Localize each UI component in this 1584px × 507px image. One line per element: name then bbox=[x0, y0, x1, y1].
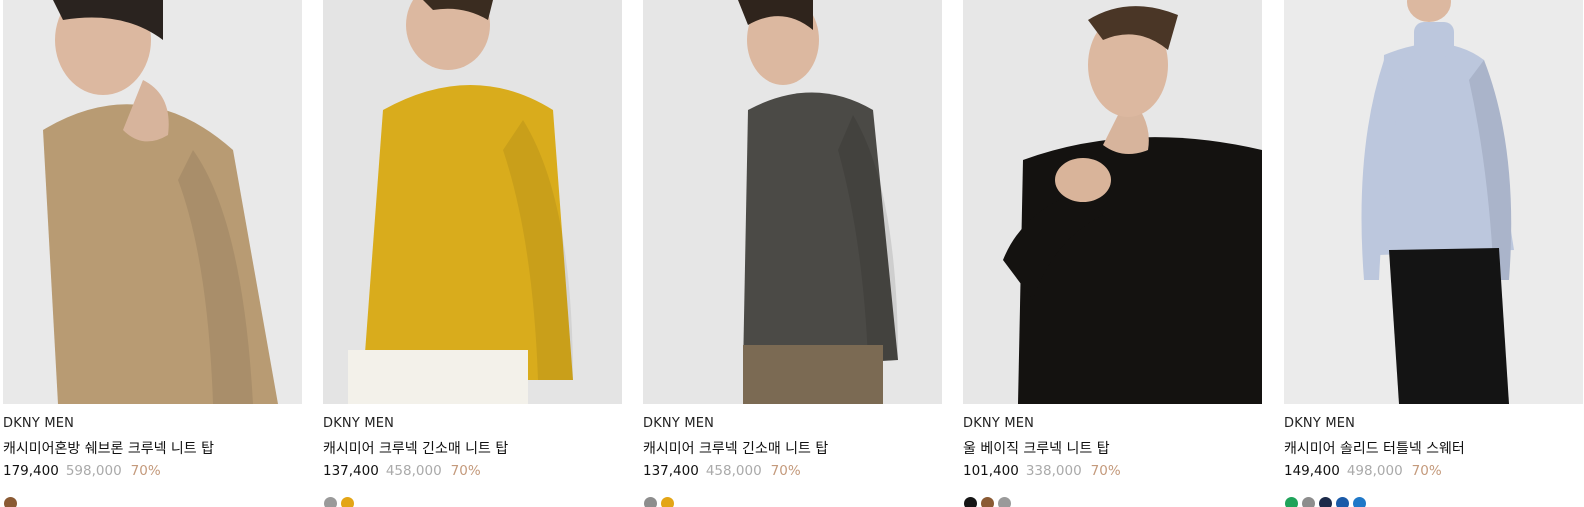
product-image[interactable] bbox=[1284, 0, 1583, 404]
original-price: 458,000 bbox=[385, 463, 442, 479]
discount-rate: 70% bbox=[450, 463, 481, 479]
original-price: 598,000 bbox=[65, 463, 122, 479]
product-name[interactable]: 울 베이직 크루넥 니트 탑 bbox=[963, 438, 1110, 458]
product-brand: DKNY MEN bbox=[3, 416, 75, 431]
color-swatches bbox=[644, 497, 674, 507]
color-swatch[interactable] bbox=[981, 497, 994, 507]
color-swatch[interactable] bbox=[661, 497, 674, 507]
sale-price: 149,400 bbox=[1284, 463, 1340, 479]
product-image[interactable] bbox=[643, 0, 942, 404]
color-swatch[interactable] bbox=[1336, 497, 1349, 507]
color-swatch[interactable] bbox=[1285, 497, 1298, 507]
color-swatch[interactable] bbox=[1353, 497, 1366, 507]
color-swatches bbox=[324, 497, 354, 507]
product-name[interactable]: 캐시미어 크루넥 긴소매 니트 탑 bbox=[643, 438, 828, 458]
sale-price: 137,400 bbox=[643, 463, 699, 479]
color-swatch[interactable] bbox=[324, 497, 337, 507]
product-grid: DKNY MEN 캐시미어혼방 쉐브론 크루넥 니트 탑 179,400 598,… bbox=[0, 0, 1584, 507]
product-prices: 149,400 498,000 70% bbox=[1284, 463, 1442, 479]
color-swatch[interactable] bbox=[341, 497, 354, 507]
product-brand: DKNY MEN bbox=[963, 416, 1035, 431]
product-name[interactable]: 캐시미어 솔리드 터틀넥 스웨터 bbox=[1284, 438, 1465, 458]
sale-price: 137,400 bbox=[323, 463, 379, 479]
sale-price: 101,400 bbox=[963, 463, 1019, 479]
color-swatch[interactable] bbox=[998, 497, 1011, 507]
discount-rate: 70% bbox=[770, 463, 801, 479]
original-price: 458,000 bbox=[705, 463, 762, 479]
color-swatch[interactable] bbox=[644, 497, 657, 507]
color-swatches bbox=[1285, 497, 1366, 507]
product-prices: 137,400 458,000 70% bbox=[643, 463, 801, 479]
color-swatch[interactable] bbox=[4, 497, 17, 507]
product-prices: 101,400 338,000 70% bbox=[963, 463, 1121, 479]
discount-rate: 70% bbox=[1090, 463, 1121, 479]
product-card[interactable]: DKNY MEN 캐시미어 크루넥 긴소매 니트 탑 137,400 458,00… bbox=[643, 0, 942, 507]
product-prices: 137,400 458,000 70% bbox=[323, 463, 481, 479]
product-prices: 179,400 598,000 70% bbox=[3, 463, 161, 479]
product-card[interactable]: DKNY MEN 캐시미어 솔리드 터틀넥 스웨터 149,400 498,000… bbox=[1284, 0, 1583, 507]
color-swatches bbox=[4, 497, 17, 507]
original-price: 498,000 bbox=[1346, 463, 1403, 479]
original-price: 338,000 bbox=[1025, 463, 1082, 479]
product-brand: DKNY MEN bbox=[323, 416, 395, 431]
discount-rate: 70% bbox=[130, 463, 161, 479]
product-image[interactable] bbox=[323, 0, 622, 404]
product-card[interactable]: DKNY MEN 캐시미어혼방 쉐브론 크루넥 니트 탑 179,400 598,… bbox=[3, 0, 302, 507]
product-brand: DKNY MEN bbox=[643, 416, 715, 431]
product-name[interactable]: 캐시미어혼방 쉐브론 크루넥 니트 탑 bbox=[3, 438, 214, 458]
product-image[interactable] bbox=[963, 0, 1262, 404]
product-card[interactable]: DKNY MEN 캐시미어 크루넥 긴소매 니트 탑 137,400 458,00… bbox=[323, 0, 622, 507]
discount-rate: 70% bbox=[1411, 463, 1442, 479]
color-swatch[interactable] bbox=[1302, 497, 1315, 507]
sale-price: 179,400 bbox=[3, 463, 59, 479]
product-image[interactable] bbox=[3, 0, 302, 404]
color-swatches bbox=[964, 497, 1011, 507]
color-swatch[interactable] bbox=[1319, 497, 1332, 507]
product-name[interactable]: 캐시미어 크루넥 긴소매 니트 탑 bbox=[323, 438, 508, 458]
product-brand: DKNY MEN bbox=[1284, 416, 1356, 431]
product-card[interactable]: DKNY MEN 울 베이직 크루넥 니트 탑 101,400 338,000 70… bbox=[963, 0, 1262, 507]
color-swatch[interactable] bbox=[964, 497, 977, 507]
